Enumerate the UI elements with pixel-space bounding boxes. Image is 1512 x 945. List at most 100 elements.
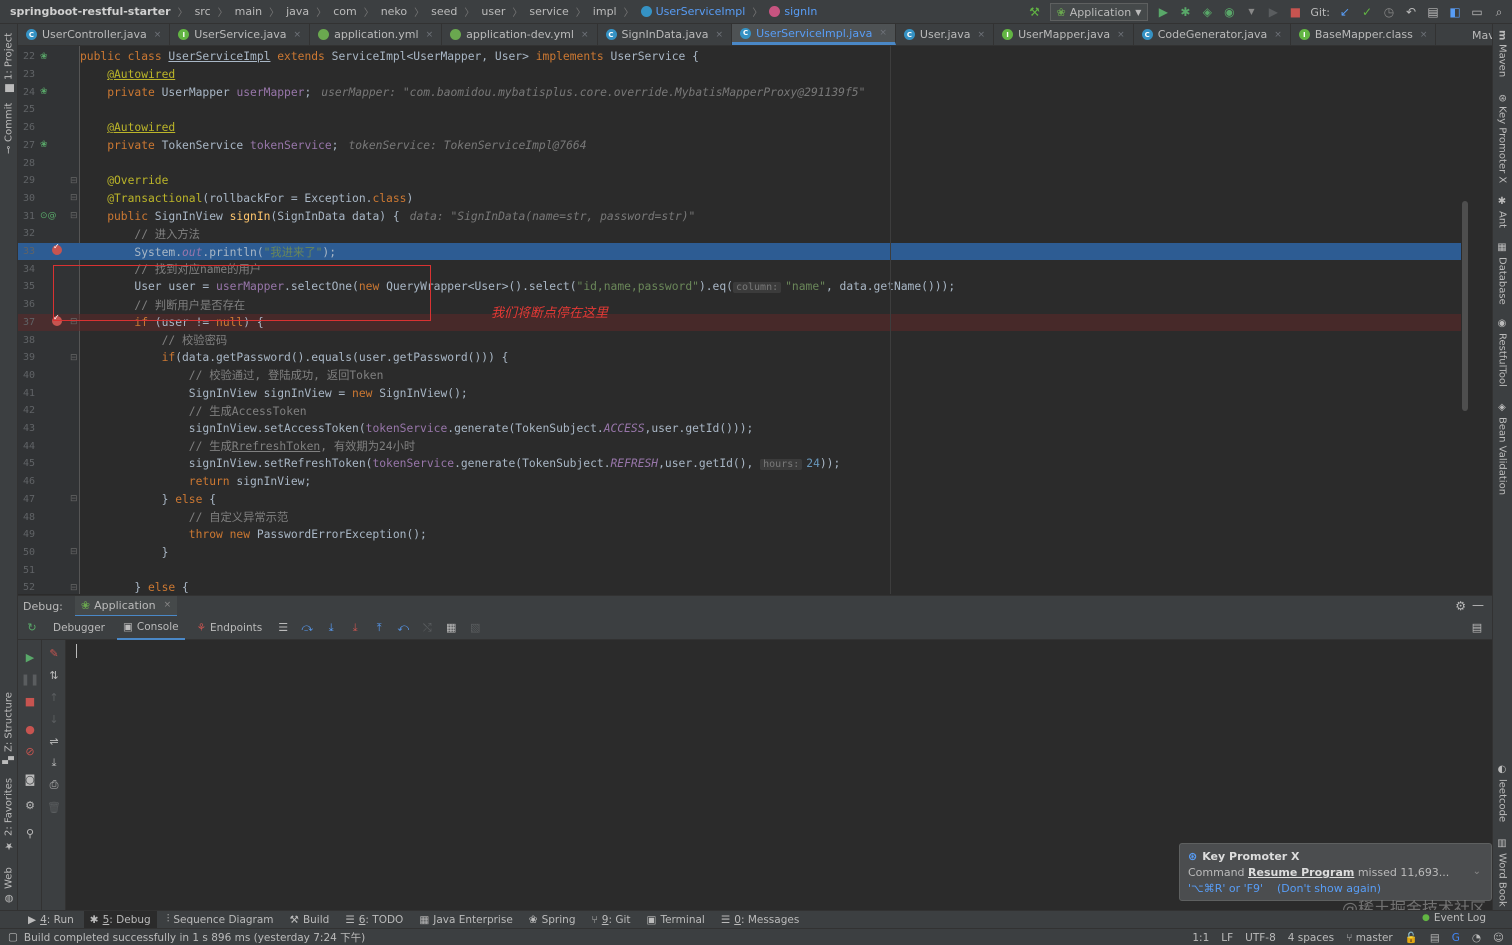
breakpoint-marker[interactable] xyxy=(52,313,66,329)
code-line[interactable]: 26 @Autowired xyxy=(18,119,1470,137)
editor-tab[interactable]: C SignInData.java × xyxy=(598,24,733,45)
breadcrumb-impl[interactable]: impl xyxy=(593,5,617,18)
breakpoint-icon[interactable] xyxy=(52,313,62,326)
spring-bean-icon[interactable]: ❀ xyxy=(40,140,54,150)
editor-tab[interactable]: C UserServiceImpl.java × xyxy=(732,24,896,45)
tab-endpoints[interactable]: ⚘ Endpoints xyxy=(191,616,269,640)
code-editor[interactable]: 22 ❀ public class UserServiceImpl extends … xyxy=(18,46,1470,594)
breadcrumb-project[interactable]: springboot-restful-starter xyxy=(10,5,171,18)
editor-tab[interactable]: C User.java × xyxy=(896,24,995,45)
code-line[interactable]: 44 // 生成RrefreshToken, 有效期为24小时 xyxy=(18,437,1470,455)
breadcrumb-service[interactable]: service xyxy=(529,5,568,18)
code-line[interactable]: 24 ❀ private UserMapper userMapper; userMap… xyxy=(18,83,1470,101)
chevron-down-icon[interactable]: ⌄ xyxy=(1473,866,1481,877)
close-icon[interactable]: × xyxy=(1274,30,1282,40)
scrollbar-thumb[interactable] xyxy=(1462,201,1468,411)
breadcrumb-java[interactable]: java xyxy=(286,5,309,18)
code-line[interactable]: 36 // 判断用户是否存在 xyxy=(18,296,1470,314)
camera-icon[interactable]: ◙ xyxy=(21,770,39,788)
favorites-tool-tab[interactable]: ★ 2: Favorites xyxy=(1,778,17,851)
force-step-into-icon[interactable]: ⤓ xyxy=(346,619,364,637)
code-line[interactable]: 35 User user = userMapper.selectOne(new Q… xyxy=(18,278,1470,296)
code-line[interactable]: 29 ⊟ @Override xyxy=(18,172,1470,190)
pin-icon[interactable]: ⚲ xyxy=(21,824,39,842)
breakpoint-marker[interactable] xyxy=(52,242,66,258)
notification-command-link[interactable]: Resume Program xyxy=(1248,866,1354,879)
code-line[interactable]: 39 ⊟ if(data.getPassword().equals(user.get… xyxy=(18,349,1470,367)
up-arrow-icon[interactable]: ↑ xyxy=(45,688,63,706)
messages-tool-button[interactable]: ☰ 0: Messages xyxy=(715,911,805,929)
profile-icon[interactable]: ◉ xyxy=(1222,5,1236,19)
tab-debugger[interactable]: Debugger xyxy=(47,616,111,640)
leetcode-tool-tab[interactable]: ◐ leetcode xyxy=(1494,764,1510,824)
code-line[interactable]: 34 // 找到对应name的用户 xyxy=(18,260,1470,278)
breadcrumb-src[interactable]: src xyxy=(195,5,211,18)
code-line[interactable]: 38 // 校验密码 xyxy=(18,331,1470,349)
code-line[interactable]: 30 ⊟ @Transactional(rollbackFor = Exceptio… xyxy=(18,190,1470,208)
commit-tool-tab[interactable]: ⊸ Commit xyxy=(1,102,17,154)
face-icon[interactable]: ☺ xyxy=(1493,932,1504,944)
close-icon[interactable]: × xyxy=(716,30,724,40)
word-book-tool-tab[interactable]: ▥ Word Book xyxy=(1494,838,1510,907)
editor-tab[interactable]: application-dev.yml × xyxy=(442,24,598,45)
editor-tab[interactable]: application.yml × xyxy=(310,24,443,45)
close-icon[interactable]: × xyxy=(879,28,887,38)
close-icon[interactable]: × xyxy=(154,30,162,40)
gear-icon[interactable]: ⚙ xyxy=(21,796,39,814)
indent-setting[interactable]: 4 spaces xyxy=(1288,932,1334,944)
close-icon[interactable]: × xyxy=(1420,30,1428,40)
minimize-icon[interactable]: — xyxy=(1472,598,1484,612)
git-branch-widget[interactable]: ⑂ master xyxy=(1346,932,1393,944)
close-icon[interactable]: × xyxy=(581,30,589,40)
drop-frame-icon[interactable]: ⤺ xyxy=(394,619,412,637)
tab-overflow[interactable]: Mav xyxy=(1472,24,1492,45)
translate-icon[interactable]: ◧ xyxy=(1448,5,1462,19)
step-into-icon[interactable]: ⤓ xyxy=(322,619,340,637)
maven-tool-tab[interactable]: m Maven xyxy=(1494,30,1510,78)
ant-tool-tab[interactable]: ✱ Ant xyxy=(1494,196,1510,232)
status-message[interactable]: Build completed successfully in 1 s 896 … xyxy=(24,930,365,945)
lock-icon[interactable]: 🔓 xyxy=(1405,931,1418,944)
close-icon[interactable]: × xyxy=(164,600,172,610)
stop-icon[interactable]: ■ xyxy=(21,692,39,710)
gear-icon[interactable]: ⚙ xyxy=(1455,599,1466,613)
code-line[interactable]: 40 // 校验通过, 登陆成功, 返回Token xyxy=(18,367,1470,385)
code-line[interactable]: 47 ⊟} else { xyxy=(18,491,1470,509)
search-icon[interactable]: ⌕ xyxy=(1492,5,1506,19)
code-line[interactable]: 46 return signInView; xyxy=(18,473,1470,491)
breadcrumb-seed[interactable]: seed xyxy=(431,5,457,18)
database-tool-tab[interactable]: ▦ Database xyxy=(1494,242,1510,305)
tab-console[interactable]: ▣ Console xyxy=(116,616,185,640)
trace-icon[interactable]: ▧ xyxy=(466,619,484,637)
close-icon[interactable]: × xyxy=(978,30,986,40)
code-line[interactable]: 41 SignInView signInView = new SignInView… xyxy=(18,384,1470,402)
bean-validation-tool-tab[interactable]: ◈ Bean Validation xyxy=(1494,402,1510,495)
sequence-diagram-tool-button[interactable]: ⫶ Sequence Diagram xyxy=(161,911,280,929)
evaluate-expression-icon[interactable]: ▦ xyxy=(442,619,460,637)
project-structure-icon[interactable]: ▤ xyxy=(1426,5,1440,19)
breakpoint-icon[interactable] xyxy=(52,242,62,256)
file-encoding[interactable]: UTF-8 xyxy=(1245,932,1276,944)
notifications-icon[interactable]: ◔ xyxy=(1472,932,1481,944)
structure-tool-tab[interactable]: ▚ Z: Structure xyxy=(1,692,17,764)
code-line[interactable]: 33 System.out.println("我进来了"); xyxy=(18,242,1470,261)
editor-tab[interactable]: C CodeGenerator.java × xyxy=(1134,24,1291,45)
code-line[interactable]: 23 @Autowired xyxy=(18,66,1470,84)
close-icon[interactable]: × xyxy=(1117,30,1125,40)
todo-tool-button[interactable]: ☰ 6: TODO xyxy=(339,911,409,929)
sort-icon[interactable]: ⇅ xyxy=(45,666,63,684)
resume-icon[interactable]: ▶ xyxy=(21,648,39,666)
breadcrumb-com[interactable]: com xyxy=(333,5,357,18)
editor-scrollbar[interactable] xyxy=(1461,46,1470,594)
build-tool-button[interactable]: ⚒ Build xyxy=(284,911,336,929)
trash-icon[interactable]: 🗑 xyxy=(45,798,63,816)
code-line[interactable]: 22 ❀ public class UserServiceImpl extends … xyxy=(18,48,1470,66)
git-tool-button[interactable]: ⑂ 9: Git xyxy=(585,911,636,929)
spring-tool-button[interactable]: ❀ Spring xyxy=(523,911,582,929)
restful-tool-tab[interactable]: ◉ RestfulTool xyxy=(1494,318,1510,390)
menu-lines-icon[interactable]: ☰ xyxy=(274,619,292,637)
breadcrumb-neko[interactable]: neko xyxy=(381,5,407,18)
code-line[interactable]: 50 ⊟} xyxy=(18,544,1470,562)
spring-bean-icon[interactable]: ❀ xyxy=(40,52,54,62)
run-tool-button[interactable]: ▶ 4: Run xyxy=(22,911,80,929)
